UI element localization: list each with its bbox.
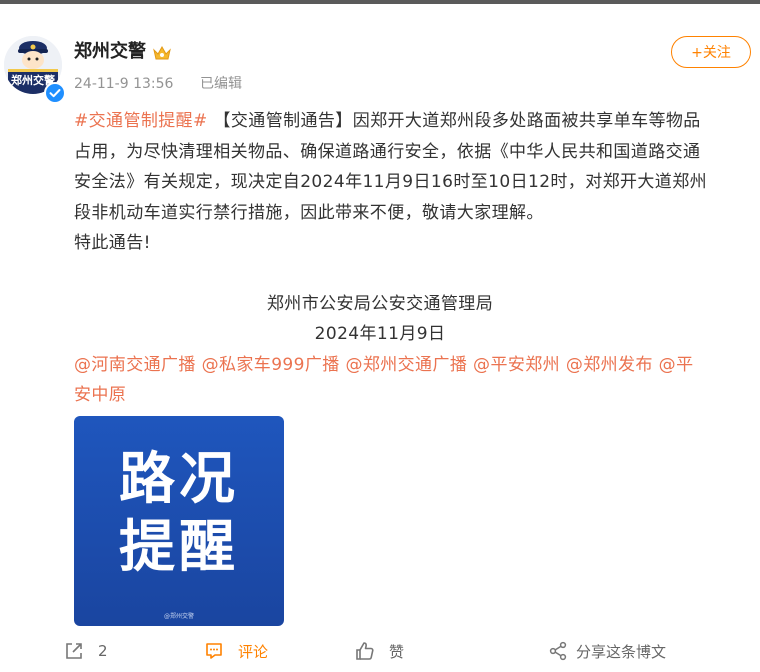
image-watermark: @郑州交警 [164, 612, 194, 620]
post-content: #交通管制提醒# 【交通管制通告】因郑开大道郑州段多处路面被共享单车等物品 占用… [74, 106, 754, 411]
repost-button[interactable]: 2 [64, 640, 108, 662]
content-line-4: 段非机动车道实行禁行措施，因此带来不便，敬请大家理解。 [74, 202, 544, 223]
thumbs-up-icon [356, 642, 374, 660]
signature-date: 2024年11月9日 [314, 324, 446, 344]
comment-button[interactable]: 评论 [204, 640, 268, 662]
edited-label[interactable]: 已编辑 [200, 74, 242, 94]
action-bar: 2 评论 赞 分享这条博文 [0, 634, 760, 668]
mentions-line-1[interactable]: @河南交通广播 @私家车999广播 @郑州交通广播 @平安郑州 @郑州发布 @平 [74, 350, 754, 381]
repost-count: 2 [98, 642, 108, 660]
image-text-line-2: 提醒 [119, 515, 239, 580]
content-line-3: 安全法》有关规定，现决定自2024年11月9日16时至10日12时，对郑开大道郑… [74, 172, 708, 192]
content-line-5: 特此通告! [74, 233, 151, 253]
window-top-bar [0, 0, 760, 4]
like-label: 赞 [389, 642, 405, 661]
verified-badge-icon [44, 82, 66, 104]
hashtag-link[interactable]: #交通管制提醒# [74, 111, 208, 131]
content-text: 【交通管制通告】因郑开大道郑州段多处路面被共享单车等物品 [207, 111, 701, 131]
mentions-line-2[interactable]: 安中原 [74, 380, 754, 411]
share-icon [549, 641, 567, 661]
signature: 郑州市公安局公安交通管理局 [266, 293, 494, 314]
comment-icon [206, 643, 222, 659]
share-button[interactable]: 分享这条博文 [548, 640, 666, 662]
repost-icon [66, 643, 82, 659]
post-timestamp[interactable]: 24-11-9 13:56 [74, 74, 173, 94]
share-label: 分享这条博文 [576, 642, 667, 661]
follow-button[interactable]: +关注 [671, 36, 751, 68]
post-image[interactable]: 路况 提醒 @郑州交警 [74, 416, 284, 626]
content-line-1: #交通管制提醒# 【交通管制通告】因郑开大道郑州段多处路面被共享单车等物品 [74, 106, 754, 137]
like-button[interactable]: 赞 [355, 640, 404, 662]
comment-label: 评论 [238, 642, 269, 661]
vip-crown-icon[interactable] [152, 44, 172, 62]
image-text-line-1: 路况 [119, 447, 239, 512]
content-line-2: 占用，为尽快清理相关物品、确保道路通行安全，依据《中华人民共和国道路交通 [74, 141, 701, 162]
author-name[interactable]: 郑州交警 [74, 40, 146, 64]
